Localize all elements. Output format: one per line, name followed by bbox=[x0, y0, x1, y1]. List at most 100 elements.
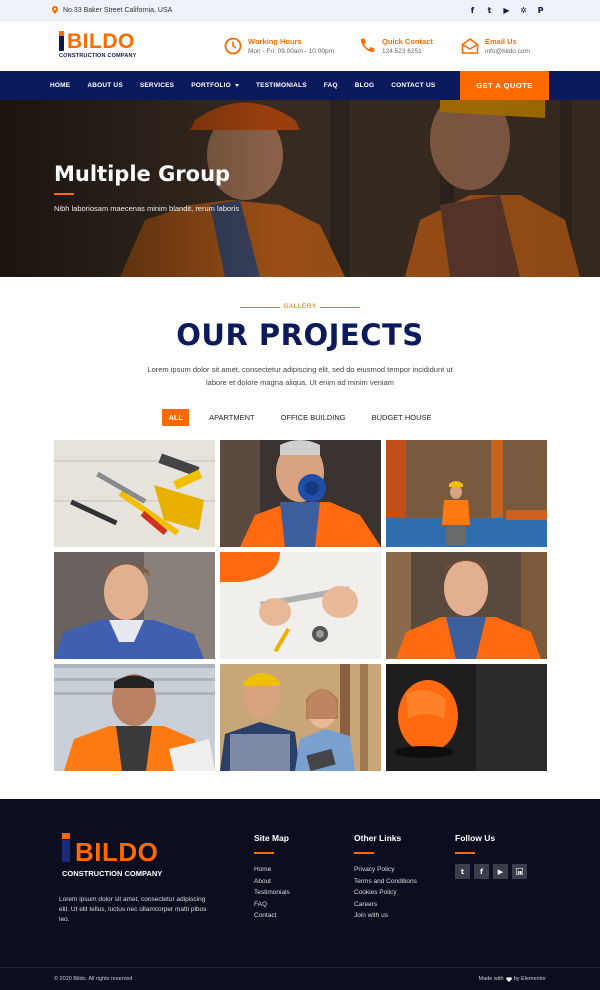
sitemap-link-home[interactable]: Home bbox=[254, 864, 290, 876]
footer-facebook-icon[interactable]: f bbox=[474, 864, 489, 879]
site-header: BILDO CONSTRUCTION COMPANY Working Hours… bbox=[0, 22, 600, 71]
footer-description: Lorem ipsum dolor sit amet, consectetur … bbox=[59, 896, 207, 923]
hero-banner: Multiple Group Nibh laboriosam maecenas … bbox=[0, 100, 600, 277]
email-value[interactable]: info@bildo.com bbox=[485, 48, 530, 55]
made-with: Made with by Elementor bbox=[479, 976, 546, 982]
quick-contact-value[interactable]: 124 523 6251 bbox=[382, 48, 433, 55]
yelp-icon[interactable]: ✲ bbox=[519, 5, 528, 16]
footer-other-links: Other Links Privacy Policy Terms and Con… bbox=[354, 833, 417, 922]
linkedin-glyph bbox=[516, 868, 523, 875]
top-bar: No 33 Baker Street California, USA f t ▶… bbox=[0, 0, 600, 22]
other-link-terms[interactable]: Terms and Conditions bbox=[354, 876, 417, 888]
address-text: No 33 Baker Street California, USA bbox=[63, 6, 173, 14]
other-links-underline bbox=[354, 852, 374, 854]
working-hours-title: Working Hours bbox=[248, 37, 302, 46]
helmet-image bbox=[386, 664, 547, 771]
logo-tagline: CONSTRUCTION COMPANY bbox=[59, 53, 137, 59]
project-filters: ALL APARTMENT OFFICE BUILDING BUDGET HOU… bbox=[0, 409, 600, 426]
project-image-worker-site[interactable] bbox=[386, 440, 547, 547]
email-title: Email Us bbox=[485, 37, 517, 46]
other-link-privacy[interactable]: Privacy Policy bbox=[354, 864, 417, 876]
logo-name: BILDO bbox=[67, 30, 135, 53]
nav-testimonials[interactable]: TESTIMONIALS bbox=[256, 82, 307, 89]
hero-subtitle: Nibh laboriosam maecenas minim blandit, … bbox=[54, 204, 240, 213]
sitemap-link-testimonials[interactable]: Testimonials bbox=[254, 887, 290, 899]
caliper-image bbox=[220, 552, 381, 659]
project-image-man-plans[interactable] bbox=[54, 664, 215, 771]
hero-divider bbox=[54, 193, 74, 195]
footer-linkedin-icon[interactable] bbox=[512, 864, 527, 879]
follow-us-underline bbox=[455, 852, 475, 854]
project-image-engineer-vest[interactable] bbox=[386, 552, 547, 659]
filter-all[interactable]: ALL bbox=[162, 409, 190, 426]
facebook-icon[interactable]: f bbox=[468, 5, 477, 16]
young-engineer-image bbox=[54, 552, 215, 659]
projects-description: Lorem ipsum dolor sit amet, consectetur … bbox=[147, 365, 453, 387]
nav-home[interactable]: HOME bbox=[50, 82, 70, 89]
engineer-vest-image bbox=[386, 552, 547, 659]
footer-youtube-icon[interactable]: ▶ bbox=[493, 864, 508, 879]
filter-budget-house[interactable]: BUDGET HOUSE bbox=[366, 409, 438, 426]
pinterest-icon[interactable]: P bbox=[536, 5, 545, 16]
quick-contact-title: Quick Contact bbox=[382, 37, 433, 46]
gallery-tag: GALLERY bbox=[283, 303, 317, 310]
sitemap-underline bbox=[254, 852, 274, 854]
other-link-join[interactable]: Join with us bbox=[354, 910, 417, 922]
project-image-tools[interactable] bbox=[54, 440, 215, 547]
top-social-links: f t ▶ ✲ P bbox=[468, 5, 545, 16]
footer-logo-mark-icon bbox=[62, 833, 70, 862]
nav-blog[interactable]: BLOG bbox=[355, 82, 375, 89]
project-image-couple[interactable] bbox=[220, 664, 381, 771]
other-link-careers[interactable]: Careers bbox=[354, 899, 417, 911]
other-link-cookies[interactable]: Cookies Policy bbox=[354, 887, 417, 899]
clock-icon bbox=[224, 37, 242, 55]
tools-image bbox=[54, 440, 215, 547]
worker-site-image bbox=[386, 440, 547, 547]
nav-faq[interactable]: FAQ bbox=[324, 82, 338, 89]
footer-follow-us: Follow Us t f ▶ bbox=[455, 833, 527, 879]
footer-divider bbox=[0, 967, 600, 968]
footer-sitemap: Site Map Home About Testimonials FAQ Con… bbox=[254, 833, 290, 922]
sitemap-title: Site Map bbox=[254, 833, 289, 843]
working-hours-value: Mon - Fri: 09.00am - 10.00pm bbox=[248, 48, 334, 55]
youtube-icon[interactable]: ▶ bbox=[502, 5, 511, 16]
location-pin-icon bbox=[52, 6, 58, 14]
project-image-worker-earmuffs[interactable] bbox=[220, 440, 381, 547]
copyright: © 2020 Bildo. All rights reserved bbox=[54, 976, 133, 982]
other-links-title: Other Links bbox=[354, 833, 402, 843]
nav-contact-us[interactable]: CONTACT US bbox=[391, 82, 435, 89]
phone-icon bbox=[360, 38, 375, 53]
hero-title: Multiple Group bbox=[54, 162, 231, 186]
sitemap-link-faq[interactable]: FAQ bbox=[254, 899, 290, 911]
working-hours: Working Hours Mon - Fri: 09.00am - 10.00… bbox=[224, 37, 334, 55]
main-nav: HOME ABOUT US SERVICES PORTFOLIO TESTIMO… bbox=[0, 71, 600, 100]
made-with-suffix[interactable]: by Elementor bbox=[514, 976, 546, 982]
footer-logo-name: BILDO bbox=[75, 837, 159, 867]
footer-logo-tagline: CONSTRUCTION COMPANY bbox=[62, 869, 163, 878]
address: No 33 Baker Street California, USA bbox=[52, 6, 172, 14]
chevron-down-icon bbox=[234, 84, 239, 87]
project-gallery bbox=[54, 440, 547, 771]
worker-earmuffs-image bbox=[220, 440, 381, 547]
quick-contact: Quick Contact 124 523 6251 bbox=[358, 37, 433, 55]
nav-portfolio[interactable]: PORTFOLIO bbox=[191, 82, 239, 89]
footer-twitter-icon[interactable]: t bbox=[455, 864, 470, 879]
heart-icon bbox=[505, 976, 512, 982]
project-image-caliper[interactable] bbox=[220, 552, 381, 659]
sitemap-link-about[interactable]: About bbox=[254, 876, 290, 888]
projects-title: OUR PROJECTS bbox=[176, 318, 424, 352]
envelope-icon bbox=[461, 38, 479, 54]
email-us: Email Us info@bildo.com bbox=[461, 37, 530, 55]
project-image-young-engineer[interactable] bbox=[54, 552, 215, 659]
project-image-helmet[interactable] bbox=[386, 664, 547, 771]
nav-about-us[interactable]: ABOUT US bbox=[87, 82, 123, 89]
get-a-quote-button[interactable]: GET A QUOTE bbox=[460, 71, 549, 100]
follow-us-title: Follow Us bbox=[455, 833, 496, 843]
twitter-icon[interactable]: t bbox=[485, 5, 494, 16]
filter-apartment[interactable]: APARTMENT bbox=[203, 409, 261, 426]
nav-portfolio-label: PORTFOLIO bbox=[191, 82, 231, 89]
filter-office-building[interactable]: OFFICE BUILDING bbox=[275, 409, 352, 426]
couple-image bbox=[220, 664, 381, 771]
nav-services[interactable]: SERVICES bbox=[140, 82, 174, 89]
sitemap-link-contact[interactable]: Contact bbox=[254, 910, 290, 922]
